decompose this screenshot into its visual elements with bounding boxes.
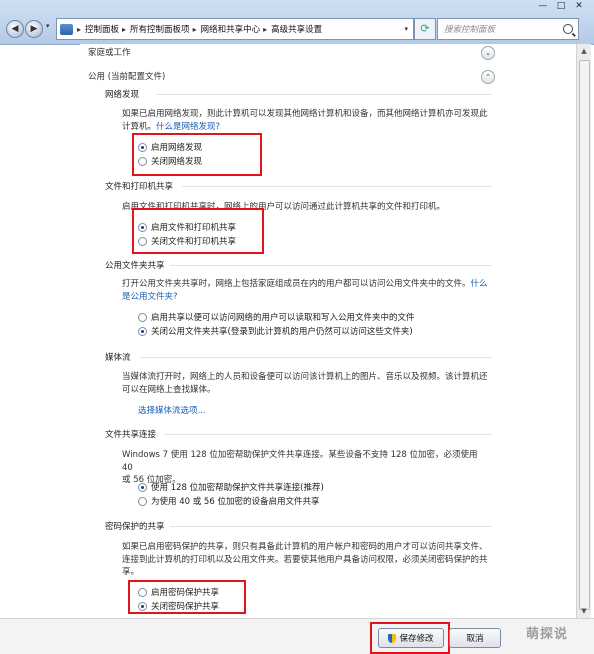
desc-text: 打开公用文件夹共享时，网络上包括家庭组成员在内的用户都可以访问公用文件夹中的文件… <box>122 279 471 289</box>
refresh-icon[interactable]: ⟳ <box>414 18 436 40</box>
what-is-network-discovery-link[interactable]: 什么是网络发现? <box>156 122 220 132</box>
highlight-box <box>132 208 264 254</box>
divider <box>156 94 492 95</box>
scroll-thumb[interactable] <box>579 60 590 610</box>
cancel-button[interactable]: 取消 <box>449 628 501 648</box>
divider <box>170 526 492 527</box>
watermark-text: 萌探说 <box>526 627 569 642</box>
divider <box>164 434 492 435</box>
radio-40-56bit-encryption[interactable]: 为使用 40 或 56 位加密的设备启用文件共享 <box>138 495 319 507</box>
radio-disable-public-folder[interactable]: 关闭公用文件夹共享(登录到此计算机的用户仍然可以访问这些文件夹) <box>138 325 413 337</box>
address-bar[interactable]: ▸ 控制面板 ▸ 所有控制面板项 ▸ 网络和共享中心 ▸ 高级共享设置 ▾ <box>56 18 414 40</box>
control-panel-icon <box>60 23 73 35</box>
desc-line: 连接到此计算机的打印机以及公用文件夹。若要使其他用户具备访问权限，必须关闭密码保… <box>122 554 488 565</box>
media-streaming-options-link[interactable]: 选择媒体流选项... <box>138 404 206 416</box>
radio-unselected-icon[interactable] <box>138 496 147 506</box>
search-icon[interactable] <box>563 24 573 34</box>
chevron-right-icon[interactable]: ▸ <box>77 25 81 34</box>
radio-selected-icon[interactable] <box>138 326 147 336</box>
profile-home-work[interactable]: 家庭或工作 <box>88 46 131 58</box>
divider <box>170 265 492 266</box>
divider <box>140 357 492 358</box>
password-sharing-desc: 如果已启用密码保护的共享，则只有具备此计算机的用户帐户和密码的用户才可以访问共享… <box>122 541 488 579</box>
radio-128bit-encryption[interactable]: 使用 128 位加密帮助保护文件共享连接(推荐) <box>138 481 324 493</box>
chevron-right-icon[interactable]: ▸ <box>263 25 267 34</box>
public-folder-desc: 打开公用文件夹共享时，网络上包括家庭组成员在内的用户都可以访问公用文件夹中的文件… <box>122 278 488 303</box>
breadcrumb-control-panel[interactable]: 控制面板 <box>85 23 119 35</box>
what-is-public-folder-link[interactable]: 是公用文件夹? <box>122 291 488 304</box>
search-placeholder: 搜索控制面板 <box>444 25 496 35</box>
breadcrumb-all-items[interactable]: 所有控制面板项 <box>130 23 190 35</box>
chevron-right-icon[interactable]: ▸ <box>122 25 126 34</box>
option-label: 为使用 40 或 56 位加密的设备启用文件共享 <box>151 497 320 507</box>
scroll-up-icon[interactable]: ▲ <box>577 44 591 58</box>
highlight-box <box>132 133 262 176</box>
breadcrumb-advanced-sharing[interactable]: 高级共享设置 <box>271 23 322 35</box>
desc-line: 打开公用文件夹共享时，网络上包括家庭组成员在内的用户都可以访问公用文件夹中的文件… <box>122 278 488 291</box>
heading-public-folder: 公用文件夹共享 <box>105 261 165 271</box>
desc-line: 当媒体流打开时，网络上的人员和设备便可以访问该计算机上的图片、音乐以及视频。该计… <box>122 372 488 382</box>
address-dropdown-icon[interactable]: ▾ <box>404 25 408 33</box>
chevron-up-icon[interactable]: ⌃ <box>481 70 495 84</box>
desc-line: 计算机。什么是网络发现? <box>122 121 488 134</box>
heading-file-printer: 文件和打印机共享 <box>105 182 174 192</box>
desc-line: 享。 <box>122 567 140 577</box>
chevron-right-icon[interactable]: ▸ <box>193 25 197 34</box>
chevron-down-icon[interactable]: ⌄ <box>481 46 495 60</box>
history-dropdown-icon[interactable]: ▾ <box>46 22 50 30</box>
desc-line: 如果已启用网络发现，则此计算机可以发现其他网络计算机和设备，而其他网络计算机亦可… <box>122 109 488 119</box>
divider <box>182 186 492 187</box>
settings-panel: 家庭或工作 ⌄ 公用 (当前配置文件) ⌃ 网络发现 如果已启用网络发现，则此计… <box>80 44 576 618</box>
radio-selected-icon[interactable] <box>138 482 147 492</box>
option-label: 启用共享以便可以访问网络的用户可以读取和写入公用文件夹中的文件 <box>151 313 415 323</box>
what-is-public-folder-link[interactable]: 什么 <box>471 279 488 289</box>
highlight-box <box>370 622 450 654</box>
network-discovery-desc: 如果已启用网络发现，则此计算机可以发现其他网络计算机和设备，而其他网络计算机亦可… <box>122 108 488 133</box>
heading-file-sharing-connection: 文件共享连接 <box>105 430 157 440</box>
option-label: 使用 128 位加密帮助保护文件共享连接(推荐) <box>151 483 324 493</box>
desc-text: 计算机。 <box>122 121 157 132</box>
maximize-button[interactable]: □ <box>552 0 570 14</box>
window-controls: — □ ✕ <box>534 0 588 14</box>
highlight-box <box>128 580 246 614</box>
heading-password-sharing: 密码保护的共享 <box>105 522 165 532</box>
back-arrow-icon[interactable]: ◀ <box>6 20 24 38</box>
forward-arrow-icon[interactable]: ▶ <box>25 20 43 38</box>
radio-enable-public-folder[interactable]: 启用共享以便可以访问网络的用户可以读取和写入公用文件夹中的文件 <box>138 311 415 323</box>
footer-bar: 保存修改 取消 萌探说 <box>0 618 594 654</box>
desc-line: Windows 7 使用 128 位加密帮助保护文件共享连接。某些设备不支持 1… <box>122 450 478 473</box>
search-input[interactable]: 搜索控制面板 <box>437 18 579 40</box>
minimize-button[interactable]: — <box>534 0 552 14</box>
desc-line: 如果已启用密码保护的共享，则只有具备此计算机的用户帐户和密码的用户才可以访问共享… <box>122 542 488 552</box>
radio-unselected-icon[interactable] <box>138 312 147 322</box>
breadcrumb-network-center[interactable]: 网络和共享中心 <box>201 23 261 35</box>
scroll-down-icon[interactable]: ▼ <box>577 604 591 618</box>
option-label: 关闭公用文件夹共享(登录到此计算机的用户仍然可以访问这些文件夹) <box>151 327 413 337</box>
title-bar: ◀ ▶ ▾ ▸ 控制面板 ▸ 所有控制面板项 ▸ 网络和共享中心 ▸ 高级共享设… <box>0 0 594 45</box>
profile-public[interactable]: 公用 (当前配置文件) <box>88 70 165 82</box>
vertical-scrollbar[interactable]: ▲ ▼ <box>576 44 591 618</box>
heading-network-discovery: 网络发现 <box>105 90 140 100</box>
close-button[interactable]: ✕ <box>570 0 588 14</box>
heading-media-streaming: 媒体流 <box>105 353 131 363</box>
desc-line: 可以在网络上查找媒体。 <box>122 384 216 395</box>
media-streaming-desc: 当媒体流打开时，网络上的人员和设备便可以访问该计算机上的图片、音乐以及视频。该计… <box>122 371 488 396</box>
